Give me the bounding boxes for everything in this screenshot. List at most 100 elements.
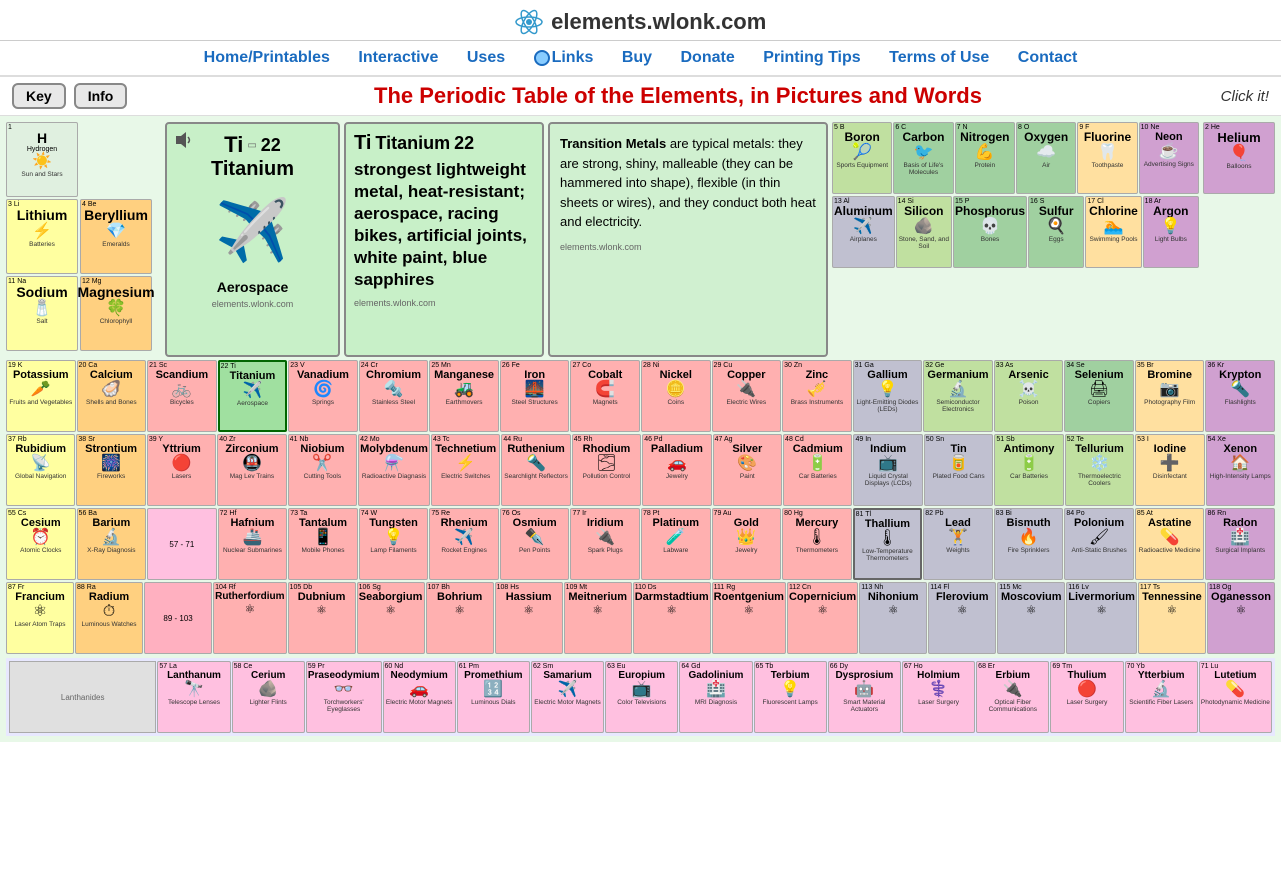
element-se[interactable]: 34 Se Selenium 🖨 Copiers [1064,360,1134,432]
element-li[interactable]: 3 Li Lithium ⚡ Batteries [6,199,78,274]
element-zr[interactable]: 40 Zr Zirconium 🚇 Mag Lev Trains [217,434,286,506]
element-tm[interactable]: 69 Tm Thulium 🔴 Laser Surgery [1050,661,1123,733]
sound-button[interactable] [172,129,194,151]
element-fr[interactable]: 87 Fr Francium ⚛ Laser Atom Traps [6,582,74,654]
element-po[interactable]: 84 Po Polonium 🖌 Anti-Static Brushes [1064,508,1134,580]
element-ne[interactable]: 10 Ne Neon ☕ Advertising Signs [1139,122,1199,194]
element-dy[interactable]: 66 Dy Dysprosium 🤖 Smart Material Actuat… [828,661,901,733]
element-nd[interactable]: 60 Nd Neodymium 🚗 Electric Motor Magnets [383,661,456,733]
element-pr[interactable]: 59 Pr Praseodymium 👓 Torchworkers' Eyegl… [306,661,382,733]
element-te[interactable]: 52 Te Tellurium ❄️ Thermoelectric Cooler… [1065,434,1134,506]
element-rh[interactable]: 45 Rh Rhodium 🌫 Pollution Control [572,434,641,506]
element-tc[interactable]: 43 Tc Technetium ⚡ Electric Switches [431,434,500,506]
element-in[interactable]: 49 In Indium 📺 Liquid Crystal Displays (… [853,434,922,506]
element-os[interactable]: 76 Os Osmium ✒️ Pen Points [500,508,570,580]
element-sn[interactable]: 50 Sn Tin 🥫 Plated Food Cans [924,434,993,506]
element-nb[interactable]: 41 Nb Niobium ✂️ Cutting Tools [288,434,357,506]
element-rb[interactable]: 37 Rb Rubidium 📡 Global Navigation [6,434,75,506]
element-tb[interactable]: 65 Tb Terbium 💡 Fluorescent Lamps [754,661,827,733]
nav-buy[interactable]: Buy [622,49,652,66]
element-mt[interactable]: 109 Mt Meitnerium ⚛ [564,582,632,654]
element-lu[interactable]: 71 Lu Lutetium 💊 Photodynamic Medicine [1199,661,1272,733]
element-co[interactable]: 27 Co Cobalt 🧲 Magnets [570,360,640,432]
element-v[interactable]: 23 V Vanadium 🌀 Springs [288,360,358,432]
element-mg[interactable]: 12 Mg Magnesium 🍀 Chlorophyll [80,276,152,351]
element-ru[interactable]: 44 Ru Ruthenium 🔦 Searchlight Reflectors [501,434,570,506]
nav-home[interactable]: Home/Printables [204,49,330,66]
element-ar[interactable]: 18 Ar Argon 💡 Light Bulbs [1143,196,1199,268]
element-rg[interactable]: 111 Rg Roentgenium ⚛ [712,582,786,654]
element-eu[interactable]: 63 Eu Europium 📺 Color Televisions [605,661,678,733]
element-pm[interactable]: 61 Pm Promethium 🔢 Luminous Dials [457,661,530,733]
element-ti[interactable]: 22 Ti Titanium ✈️ Aerospace [218,360,288,432]
key-button[interactable]: Key [12,83,66,109]
element-i[interactable]: 53 I Iodine ➕ Disinfectant [1135,434,1204,506]
element-y[interactable]: 39 Y Yttrium 🔴 Lasers [147,434,216,506]
element-au[interactable]: 79 Au Gold 👑 Jewelry [712,508,782,580]
element-pb[interactable]: 82 Pb Lead 🏋 Weights [923,508,993,580]
element-re[interactable]: 75 Re Rhenium ✈️ Rocket Engines [429,508,499,580]
info-button[interactable]: Info [74,83,128,109]
element-n[interactable]: 7 N Nitrogen 💪 Protein [955,122,1015,194]
element-ts[interactable]: 117 Ts Tennessine ⚛ [1138,582,1206,654]
nav-uses[interactable]: Uses [467,49,505,66]
element-ds[interactable]: 110 Ds Darmstadtium ⚛ [633,582,711,654]
element-br[interactable]: 35 Br Bromine 📷 Photography Film [1135,360,1205,432]
element-ce[interactable]: 58 Ce Cerium 🪨 Lighter Flints [232,661,305,733]
element-ba[interactable]: 56 Ba Barium 🔬 X-Ray Diagnosis [77,508,147,580]
element-b[interactable]: 5 B Boron 🎾 Sports Equipment [832,122,892,194]
element-cd[interactable]: 48 Cd Cadmium 🔋 Car Batteries [783,434,852,506]
element-la[interactable]: 57 La Lanthanum 🔭 Telescope Lenses [157,661,230,733]
element-c[interactable]: 6 C Carbon 🐦 Basis of Life's Molecules [893,122,953,194]
element-og[interactable]: 118 Og Oganesson ⚛ [1207,582,1275,654]
element-rn[interactable]: 86 Rn Radon 🏥 Surgical Implants [1205,508,1275,580]
element-cn[interactable]: 112 Cn Copernicium ⚛ [787,582,858,654]
element-tl[interactable]: 81 Tl Thallium 🌡 Low-Temperature Thermom… [853,508,923,580]
nav-donate[interactable]: Donate [681,49,735,66]
element-hf[interactable]: 72 Hf Hafnium 🚢 Nuclear Submarines [218,508,288,580]
element-na[interactable]: 11 Na Sodium 🧂 Salt [6,276,78,351]
element-er[interactable]: 68 Er Erbium 🔌 Optical Fiber Communicati… [976,661,1049,733]
element-cu[interactable]: 29 Cu Copper 🔌 Electric Wires [712,360,782,432]
element-ag[interactable]: 47 Ag Silver 🎨 Paint [713,434,782,506]
element-pd[interactable]: 46 Pd Palladium 🚗 Jewelry [642,434,711,506]
element-ta[interactable]: 73 Ta Tantalum 📱 Mobile Phones [288,508,358,580]
element-f[interactable]: 9 F Fluorine 🦷 Toothpaste [1077,122,1137,194]
element-ni[interactable]: 28 Ni Nickel 🪙 Coins [641,360,711,432]
element-mn[interactable]: 25 Mn Manganese 🚜 Earthmovers [429,360,499,432]
element-bh[interactable]: 107 Bh Bohrium ⚛ [426,582,494,654]
element-o[interactable]: 8 O Oxygen ☁️ Air [1016,122,1076,194]
element-ga[interactable]: 31 Ga Gallium 💡 Light-Emitting Diodes (L… [853,360,923,432]
element-he[interactable]: 2 He Helium 🎈 Balloons [1203,122,1275,194]
element-s[interactable]: 16 S Sulfur 🍳 Eggs [1028,196,1084,268]
element-at[interactable]: 85 At Astatine 💊 Radioactive Medicine [1135,508,1205,580]
element-mo[interactable]: 42 Mo Molybdenum ⚗️ Radioactive Diagnasi… [358,434,430,506]
element-bi[interactable]: 83 Bi Bismuth 🔥 Fire Sprinklers [994,508,1064,580]
element-mc[interactable]: 115 Mc Moscovium ⚛ [997,582,1065,654]
nav-terms[interactable]: Terms of Use [889,49,989,66]
element-cs[interactable]: 55 Cs Cesium ⏰ Atomic Clocks [6,508,76,580]
element-w[interactable]: 74 W Tungsten 💡 Lamp Filaments [359,508,429,580]
element-ge[interactable]: 32 Ge Germanium 🔬 Semiconductor Electron… [923,360,993,432]
element-sm[interactable]: 62 Sm Samarium ✈️ Electric Motor Magnets [531,661,604,733]
element-fl[interactable]: 114 Fl Flerovium ⚛ [928,582,996,654]
nav-contact[interactable]: Contact [1018,49,1078,66]
element-yb[interactable]: 70 Yb Ytterbium 🔬 Scientific Fiber Laser… [1125,661,1198,733]
element-zn[interactable]: 30 Zn Zinc 🎺 Brass Instruments [782,360,852,432]
nav-links[interactable]: Links [534,49,598,66]
element-ca[interactable]: 20 Ca Calcium 🦪 Shells and Bones [77,360,147,432]
element-si[interactable]: 14 Si Silicon 🪨 Stone, Sand, and Soil [896,196,952,268]
element-kr[interactable]: 36 Kr Krypton 🔦 Flashlights [1205,360,1275,432]
element-db[interactable]: 105 Db Dubnium ⚛ [288,582,356,654]
nav-interactive[interactable]: Interactive [358,49,438,66]
element-ho[interactable]: 67 Ho Holmium ⚕️ Laser Surgery [902,661,975,733]
element-sb[interactable]: 51 Sb Antimony 🔋 Car Batteries [994,434,1063,506]
element-be[interactable]: 4 Be Beryllium 💎 Emeralds [80,199,152,274]
element-p[interactable]: 15 P Phosphorus 💀 Bones [953,196,1027,268]
element-sg[interactable]: 106 Sg Seaborgium ⚛ [357,582,425,654]
element-hg[interactable]: 80 Hg Mercury 🌡 Thermometers [782,508,852,580]
element-sr[interactable]: 38 Sr Strontium 🎆 Fireworks [76,434,145,506]
element-ir[interactable]: 77 Ir Iridium 🔌 Spark Plugs [570,508,640,580]
element-cl[interactable]: 17 Cl Chlorine 🏊 Swimming Pools [1085,196,1141,268]
element-nh[interactable]: 113 Nh Nihonium ⚛ [859,582,927,654]
